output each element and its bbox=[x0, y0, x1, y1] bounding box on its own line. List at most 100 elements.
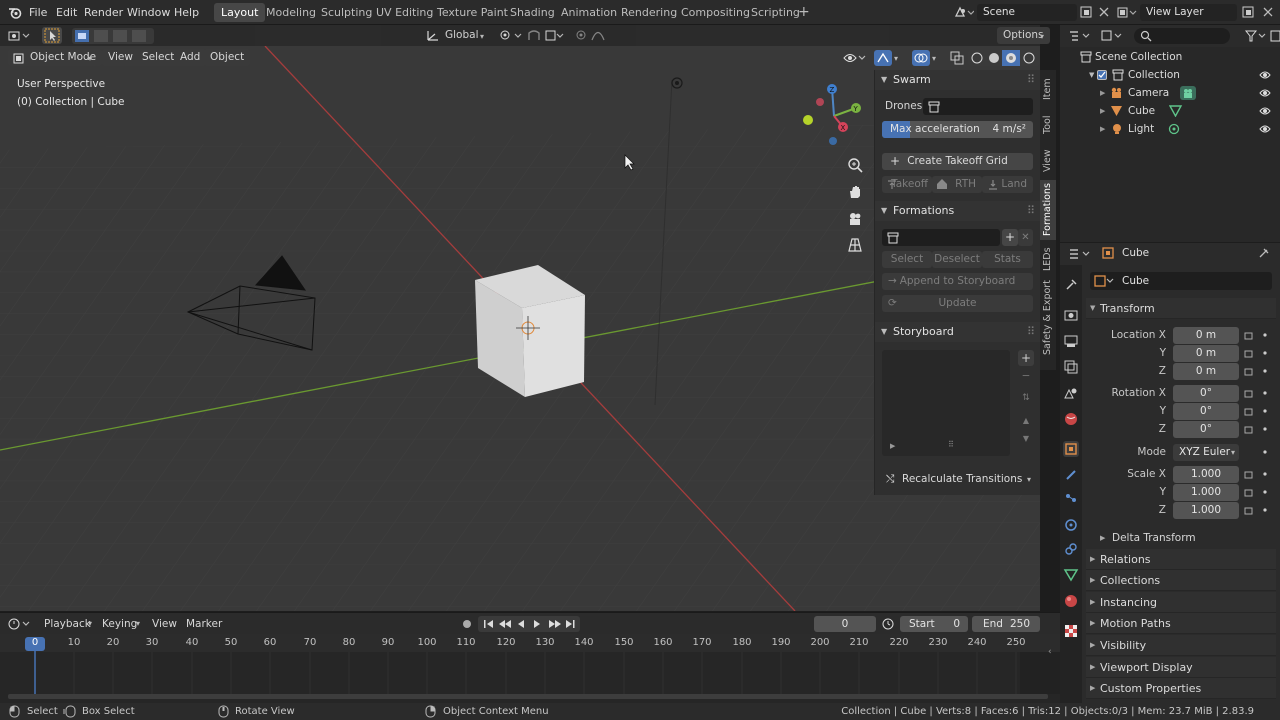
filter-icon[interactable] bbox=[1244, 29, 1268, 43]
render-tab-icon[interactable] bbox=[1063, 307, 1079, 323]
tab-item[interactable]: Item bbox=[1040, 72, 1056, 106]
current-frame-field[interactable]: 0 bbox=[814, 616, 876, 632]
world-tab-icon[interactable] bbox=[1063, 411, 1079, 427]
shading-mode-group[interactable] bbox=[968, 50, 1040, 66]
light-data-icon[interactable] bbox=[1168, 123, 1180, 135]
navigation-gizmo[interactable]: Z Y X bbox=[800, 82, 868, 150]
collection-checkbox[interactable] bbox=[1097, 70, 1107, 80]
tab-view[interactable]: View bbox=[1040, 144, 1056, 178]
drag-handle-icon[interactable]: ⠿ bbox=[1027, 70, 1035, 90]
blender-logo-icon[interactable] bbox=[8, 6, 22, 19]
recalculate-transitions-dropdown[interactable]: ⤭ Recalculate Transitions ▾ bbox=[882, 470, 1033, 489]
xray-toggle-icon[interactable] bbox=[950, 51, 964, 65]
relations-section[interactable]: ▶ Relations bbox=[1086, 549, 1276, 570]
outliner-search-input[interactable] bbox=[1134, 28, 1230, 44]
timeline-menu-marker[interactable]: Marker bbox=[186, 616, 222, 633]
viewport-menu-view[interactable]: View bbox=[102, 49, 139, 66]
preview-range-icon[interactable] bbox=[881, 616, 895, 632]
drones-collection-field[interactable] bbox=[923, 98, 1033, 115]
start-frame-field[interactable]: Start 0 bbox=[900, 616, 968, 632]
new-collection-icon[interactable] bbox=[1270, 29, 1280, 43]
remove-formation-icon[interactable]: ✕ bbox=[1018, 229, 1033, 246]
menu-help[interactable]: Help bbox=[174, 0, 199, 25]
outliner-item-cube[interactable]: ▶ Cube bbox=[1060, 102, 1280, 120]
end-frame-field[interactable]: End 250 bbox=[972, 616, 1040, 632]
instancing-section[interactable]: ▶ Instancing bbox=[1086, 592, 1276, 613]
eye-icon[interactable] bbox=[1259, 105, 1271, 117]
snap-toggle-icon[interactable] bbox=[526, 29, 566, 42]
tab-leds[interactable]: LEDs bbox=[1040, 242, 1056, 276]
drag-handle-icon[interactable]: ⠿ bbox=[1027, 201, 1035, 221]
transform-section-header[interactable]: ▼ Transform bbox=[1086, 298, 1276, 319]
overlays-toggle-icon[interactable] bbox=[912, 50, 930, 66]
tab-formations[interactable]: Formations bbox=[1040, 180, 1056, 240]
location-x-field[interactable]: 0 m bbox=[1173, 327, 1239, 344]
transform-orientation-dropdown[interactable]: Global bbox=[445, 27, 479, 44]
scale-z-field[interactable]: 1.000 bbox=[1173, 502, 1239, 519]
swarm-panel-header[interactable]: ▼ Swarm ⠿ bbox=[875, 70, 1041, 90]
physics-tab-icon[interactable] bbox=[1063, 517, 1079, 533]
storyboard-panel-header[interactable]: ▼ Storyboard ⠿ bbox=[875, 322, 1041, 342]
viewport-menu-object[interactable]: Object bbox=[204, 49, 251, 66]
formations-panel-header[interactable]: ▼ Formations ⠿ bbox=[875, 201, 1041, 221]
delete-scene-icon[interactable] bbox=[1098, 6, 1110, 18]
zoom-view-icon[interactable] bbox=[846, 156, 864, 174]
record-icon[interactable] bbox=[459, 617, 475, 631]
expand-triangle-icon[interactable]: ▼ bbox=[1089, 66, 1094, 84]
add-storyboard-entry-icon[interactable]: + bbox=[1018, 350, 1034, 366]
formation-select-button[interactable]: Select bbox=[882, 251, 932, 268]
expand-triangle-icon[interactable]: ▶ bbox=[890, 442, 895, 450]
view-layer-tab-icon[interactable] bbox=[1063, 359, 1079, 375]
outliner-item-camera[interactable]: ▶ Camera bbox=[1060, 84, 1280, 102]
display-mode-icon[interactable] bbox=[1100, 29, 1124, 43]
menu-edit[interactable]: Edit bbox=[56, 0, 77, 25]
timeline-editor-type-icon[interactable] bbox=[8, 617, 32, 631]
pin-icon[interactable] bbox=[1258, 247, 1270, 259]
update-formation-button[interactable]: ⟳ Update bbox=[882, 295, 1033, 312]
formation-selector-field[interactable] bbox=[882, 229, 1000, 246]
outliner-scene-collection[interactable]: Scene Collection bbox=[1060, 48, 1280, 66]
menu-window[interactable]: Window bbox=[127, 0, 170, 25]
rotation-y-field[interactable]: 0° bbox=[1173, 403, 1239, 420]
new-scene-icon[interactable] bbox=[1080, 6, 1092, 18]
drag-handle-icon[interactable]: ⠿ bbox=[1027, 322, 1035, 342]
append-to-storyboard-button[interactable]: → Append to Storyboard bbox=[882, 273, 1033, 290]
collapse-arrow-icon[interactable]: ‹ bbox=[1048, 647, 1052, 657]
texture-tab-icon[interactable] bbox=[1063, 623, 1079, 639]
pan-view-hand-icon[interactable] bbox=[846, 183, 864, 201]
view-layer-icon[interactable] bbox=[1117, 6, 1137, 19]
location-z-field[interactable]: 0 m bbox=[1173, 363, 1239, 380]
formation-deselect-button[interactable]: Deselect bbox=[932, 251, 982, 268]
collections-section[interactable]: ▶ Collections bbox=[1086, 570, 1276, 591]
scene-tab-icon[interactable] bbox=[1063, 385, 1079, 401]
rotation-x-field[interactable]: 0° bbox=[1173, 385, 1239, 402]
storyboard-list[interactable]: ▶ ⠿ bbox=[882, 350, 1010, 456]
outliner-editor-type-icon[interactable] bbox=[1068, 29, 1092, 43]
scene-field[interactable]: Scene bbox=[977, 4, 1077, 21]
modifiers-tab-icon[interactable] bbox=[1063, 467, 1079, 483]
create-takeoff-grid-button[interactable]: + Create Takeoff Grid bbox=[882, 153, 1033, 170]
expand-triangle-icon[interactable]: ▶ bbox=[1100, 102, 1105, 120]
delta-transform-subpanel[interactable]: ▶ Delta Transform bbox=[1100, 530, 1196, 546]
workspace-tab-layout[interactable]: Layout bbox=[214, 3, 266, 22]
scale-x-field[interactable]: 1.000 bbox=[1173, 466, 1239, 483]
visibility-selectability-icon[interactable] bbox=[842, 50, 866, 66]
playback-controls[interactable] bbox=[478, 616, 580, 632]
viewport-menu-add[interactable]: Add bbox=[174, 49, 207, 66]
transform-orientation-icon[interactable] bbox=[426, 29, 440, 42]
move-up-icon[interactable]: ▲ bbox=[1018, 414, 1034, 428]
data-tab-icon[interactable] bbox=[1063, 567, 1079, 583]
custom-properties-section[interactable]: ▶ Custom Properties bbox=[1086, 678, 1276, 699]
viewport-display-section[interactable]: ▶ Viewport Display bbox=[1086, 657, 1276, 678]
eye-icon[interactable] bbox=[1259, 69, 1271, 81]
workspace-tab-shading[interactable]: Shading bbox=[503, 3, 562, 22]
object-tab-icon[interactable] bbox=[1063, 441, 1079, 457]
move-down-icon[interactable]: ▼ bbox=[1018, 432, 1034, 446]
scale-y-field[interactable]: 1.000 bbox=[1173, 484, 1239, 501]
particles-tab-icon[interactable] bbox=[1063, 491, 1079, 507]
delete-view-layer-icon[interactable] bbox=[1262, 6, 1274, 18]
outliner-collection[interactable]: ▼ Collection bbox=[1060, 66, 1280, 84]
motion-paths-section[interactable]: ▶ Motion Paths bbox=[1086, 613, 1276, 634]
tool-tab-icon[interactable] bbox=[1063, 277, 1079, 293]
scene-icon[interactable] bbox=[954, 6, 974, 19]
